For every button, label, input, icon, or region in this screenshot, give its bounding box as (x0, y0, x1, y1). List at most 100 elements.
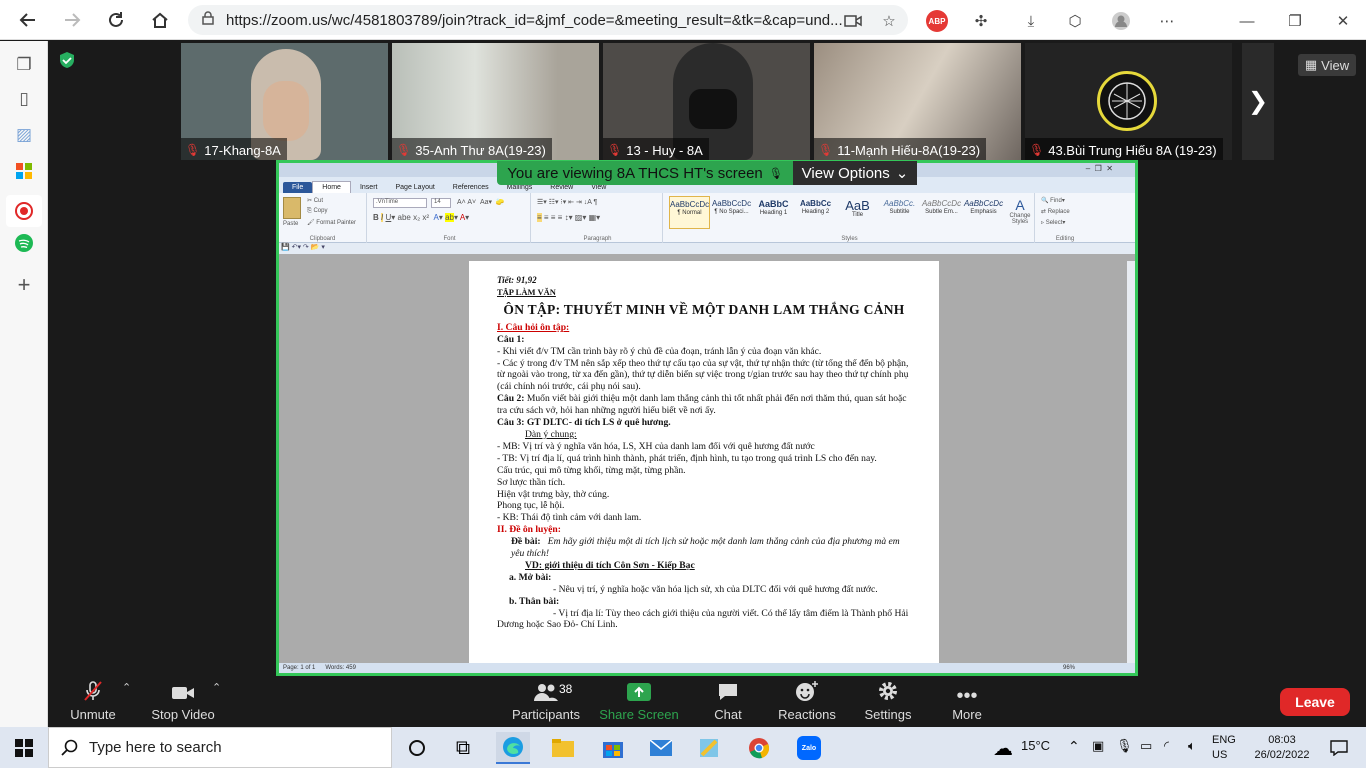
tray-wifi-icon[interactable]: ◜ (1164, 738, 1169, 754)
tab-page-layout[interactable]: Page Layout (386, 182, 443, 193)
forward-icon[interactable] (58, 6, 86, 34)
select-button[interactable]: ▹ Select▾ (1041, 219, 1065, 226)
font-size-buttons[interactable]: A˄ A˅ Aa▾ 🧽 (457, 198, 505, 206)
find-button[interactable]: 🔍 Find▾ (1041, 197, 1065, 204)
record-icon[interactable] (6, 195, 42, 227)
paste-icon[interactable] (283, 197, 301, 219)
tab-references[interactable]: References (444, 182, 498, 193)
style-emphasis[interactable]: AaBbCcDc Emphasis (963, 196, 1004, 229)
settings-button[interactable]: Settings (860, 677, 916, 727)
home-icon[interactable] (146, 6, 174, 34)
format-painter-button[interactable]: 🖌 Format Painter (307, 219, 356, 226)
participant-tile[interactable]: 🎙︎ 11-Mạnh Hiếu-8A(19-23) (814, 43, 1021, 160)
style-heading-1[interactable]: AaBbC Heading 1 (753, 196, 794, 229)
back-icon[interactable] (14, 6, 42, 34)
list-buttons[interactable]: ☰▾ ☷▾ ⁝▾ ⇤ ⇥ ↓A ¶ (537, 198, 597, 206)
cut-button[interactable]: ✂ Cut (307, 197, 323, 204)
favorite-star-icon[interactable]: ☆ (878, 10, 900, 32)
file-explorer-icon[interactable] (546, 732, 580, 764)
copy-button[interactable]: ⎘ Copy (307, 208, 327, 215)
style-normal[interactable]: AaBbCcDc ¶ Normal (669, 196, 710, 229)
zalo-icon[interactable]: Zalo (792, 732, 826, 764)
replace-button[interactable]: ⇄ Replace (1041, 208, 1070, 215)
address-bar[interactable]: https://zoom.us/wc/4581803789/join?track… (188, 5, 908, 35)
add-icon[interactable]: + (12, 272, 36, 297)
reload-icon[interactable] (102, 6, 130, 34)
store-icon[interactable] (596, 732, 630, 764)
cortana-icon[interactable] (400, 732, 434, 764)
spotify-icon[interactable] (12, 231, 36, 255)
close-icon[interactable]: ✕ (1332, 10, 1354, 32)
language-indicator[interactable]: ENG US (1212, 733, 1236, 763)
restore-icon[interactable]: ❐ (1284, 10, 1306, 32)
unmute-button[interactable]: Unmute (62, 677, 124, 727)
extensions-icon[interactable]: ✣ (970, 10, 992, 32)
weather-temp[interactable]: 15°C (1021, 738, 1050, 753)
task-view-icon[interactable]: ⧉ (446, 732, 480, 764)
more-menu-icon[interactable]: ⋯ (1156, 10, 1178, 32)
video-options-caret-icon[interactable]: ⌃ (212, 681, 221, 694)
participant-tile[interactable]: 🎙︎ 13 - Huy - 8A (603, 43, 810, 160)
status-zoom[interactable]: 96% (1063, 665, 1075, 671)
leave-button[interactable]: Leave (1280, 688, 1350, 716)
font-size-select[interactable]: 14 (431, 198, 451, 208)
edge-browser-icon[interactable] (496, 732, 530, 764)
minimize-icon[interactable]: — (1236, 10, 1258, 32)
participant-tile[interactable]: 🎙︎ 17-Khang-8A (181, 43, 388, 160)
chat-button[interactable]: Chat (702, 677, 754, 727)
notifications-icon[interactable] (1322, 732, 1356, 764)
camera-icon[interactable] (842, 10, 864, 32)
more-button[interactable]: ••• More (944, 677, 990, 727)
weather-cloud-icon[interactable]: ☁ (988, 732, 1018, 764)
paint-app-icon[interactable] (692, 732, 726, 764)
participants-button[interactable]: 38 Participants (508, 677, 584, 727)
participant-tile[interactable]: 🎙︎ 43.Bùi Trung Hiếu 8A (19-23) (1025, 43, 1232, 160)
font-name-select[interactable]: .VnTime (373, 198, 427, 208)
office-icon[interactable] (12, 159, 36, 183)
audio-options-caret-icon[interactable]: ⌃ (122, 681, 131, 694)
status-page[interactable]: Page: 1 of 1 (283, 665, 315, 671)
tray-network-icon[interactable]: ▭ (1140, 738, 1152, 754)
reactions-button[interactable]: Reactions (776, 677, 838, 727)
tab-file[interactable]: File (283, 182, 313, 193)
windows-start-icon[interactable] (7, 732, 41, 764)
tab-home[interactable]: Home (312, 181, 351, 193)
profile-avatar-icon[interactable] (1110, 10, 1132, 32)
tray-volume-icon[interactable]: 🔈︎ (1188, 738, 1196, 754)
style-subtle-emphasis[interactable]: AaBbCcDc Subtle Em... (921, 196, 962, 229)
tray-device-icon[interactable]: ▣ (1092, 738, 1104, 754)
chrome-icon[interactable] (742, 732, 776, 764)
word-window-controls[interactable]: – ❐ ✕ (1086, 164, 1113, 173)
mail-icon[interactable] (644, 732, 678, 764)
style-heading-2[interactable]: AaBbCc Heading 2 (795, 196, 836, 229)
taskbar-search-input[interactable]: Type here to search (48, 727, 392, 768)
participant-tile[interactable]: 🎙︎ 35-Anh Thư 8A(19-23) (392, 43, 599, 160)
stop-video-button[interactable]: Stop Video (148, 677, 218, 727)
vertical-scrollbar[interactable] (1127, 261, 1135, 671)
image-icon[interactable]: ▨ (12, 123, 36, 147)
download-icon[interactable]: ⤓ (1020, 10, 1042, 32)
adblock-icon[interactable]: ABP (926, 10, 948, 32)
clock[interactable]: 08:03 26/02/2022 (1250, 733, 1314, 763)
view-button[interactable]: ▦ View (1298, 54, 1356, 76)
document-page[interactable]: Tiết: 91,92 TẬP LÀM VĂN ÔN TẬP: THUYẾT M… (469, 261, 939, 673)
view-options-button[interactable]: View Options ⌄ (793, 161, 917, 185)
tray-chevron-up-icon[interactable]: ⌃ (1068, 738, 1080, 755)
next-page-chevron-icon[interactable]: ❯ (1242, 43, 1274, 160)
tray-mic-icon[interactable]: 🎙︎ (1116, 738, 1133, 754)
style-no-spacing[interactable]: AaBbCcDc ¶ No Spaci... (711, 196, 752, 229)
tab-actions-icon[interactable]: ❐ (12, 53, 36, 77)
share-screen-button[interactable]: Share Screen (598, 677, 680, 727)
paste-label[interactable]: Paste (283, 221, 298, 227)
style-title[interactable]: AaB Title (837, 196, 878, 229)
status-words[interactable]: Words: 459 (325, 665, 356, 671)
document-icon[interactable]: ▯ (12, 87, 36, 111)
style-subtitle[interactable]: AaBbCc. Subtitle (879, 196, 920, 229)
collections-icon[interactable]: ⬡ (1064, 10, 1086, 32)
tab-insert[interactable]: Insert (351, 182, 387, 193)
quick-access-toolbar[interactable]: 💾 ↶▾ ↷ 📂 ▾ (279, 243, 1135, 254)
security-shield-icon[interactable] (58, 51, 76, 69)
change-styles-button[interactable]: A Change Styles (1007, 197, 1033, 231)
alignment-buttons[interactable]: ≡ ≡ ≡ ≡ ↕▾ ▨▾ ▦▾ (537, 213, 600, 222)
font-format-buttons[interactable]: B I U▾ abe x₂ x² A▾ ab▾ A▾ (373, 213, 469, 222)
